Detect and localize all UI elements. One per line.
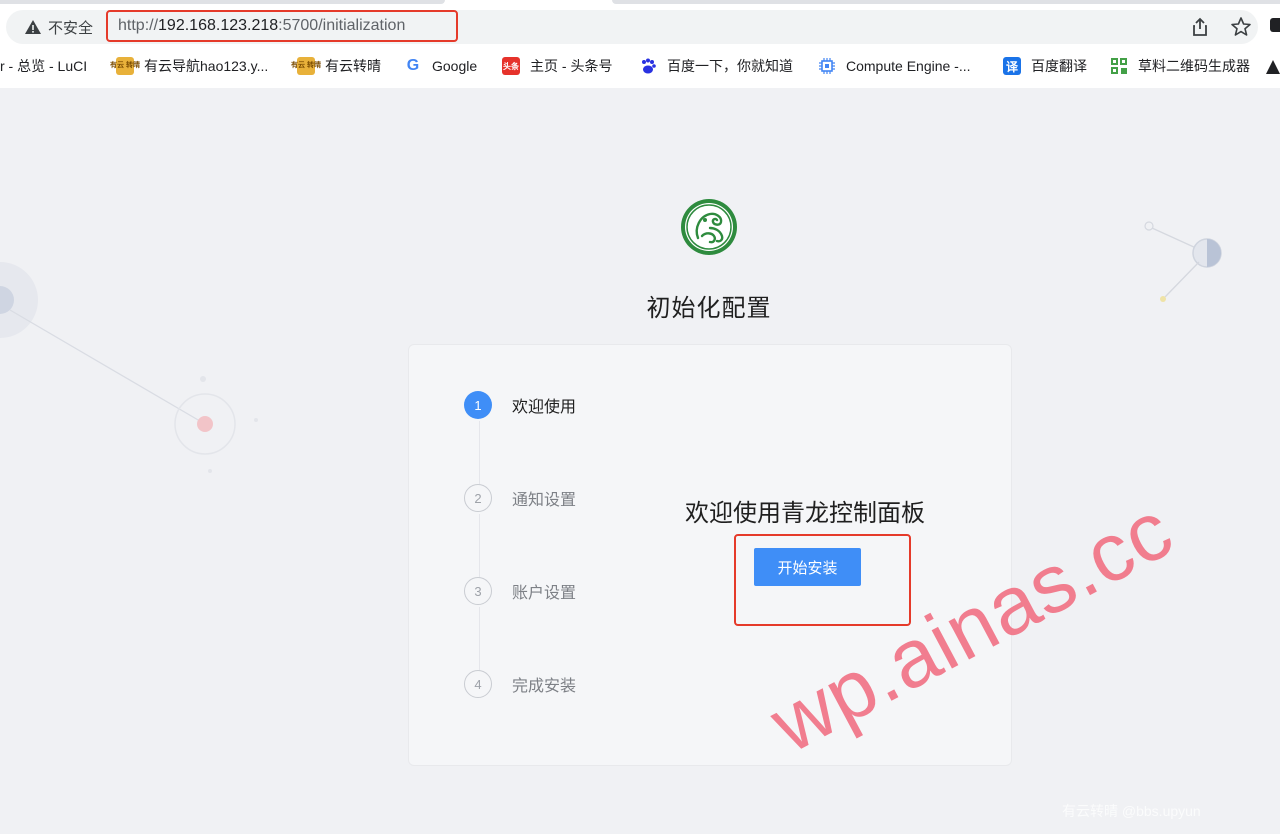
bookmark-baidu[interactable]: 百度一下，你就知道: [639, 54, 793, 78]
bookmark-label: Google: [432, 58, 478, 74]
warning-icon[interactable]: [24, 18, 42, 36]
step-number: 4: [464, 670, 492, 698]
welcome-heading: 欢迎使用青龙控制面板: [685, 499, 925, 527]
initialization-page: 初始化配置 1 欢迎使用 2 通知设置 3 账户设置 4 完成安装 欢迎使用青龙…: [0, 88, 1280, 834]
bookmark-label: r - 总览 - LuCI: [0, 58, 88, 74]
url-path: :5700/initialization: [278, 17, 406, 34]
qrcode-icon: [1111, 58, 1127, 74]
bookmark-qrcode[interactable]: 草料二维码生成器: [1110, 54, 1250, 78]
step-welcome: 1 欢迎使用: [464, 391, 576, 419]
baidu-icon: [642, 58, 656, 74]
step-connector: [479, 421, 480, 485]
bookmark-label: Compute Engine -...: [846, 58, 971, 74]
bookmark-luci[interactable]: r - 总览 - LuCI: [0, 54, 87, 78]
url-host: 192.168.123.218: [158, 17, 279, 34]
google-icon: G: [406, 57, 420, 74]
youyun-icon: 有云 转晴: [110, 57, 140, 75]
bookmark-toutiao[interactable]: 头条 主页 - 头条号: [502, 54, 612, 78]
step-label: 欢迎使用: [512, 397, 577, 416]
step-connector: [479, 514, 480, 578]
bookmark-label: 草料二维码生成器: [1138, 58, 1250, 74]
bookmark-label: 百度翻译: [1031, 58, 1087, 74]
step-number: 2: [464, 484, 492, 512]
bookmarks-overflow-icon[interactable]: [1266, 60, 1280, 74]
step-label: 账户设置: [512, 583, 577, 602]
bookmark-label: 百度一下，你就知道: [667, 58, 793, 74]
bookmark-baidu-translate[interactable]: 译 百度翻译: [1003, 54, 1087, 78]
bookmark-compute-engine[interactable]: Compute Engine -...: [818, 54, 971, 78]
step-account: 3 账户设置: [464, 577, 576, 605]
compute-engine-icon: [819, 58, 835, 74]
browser-chrome: 不安全 http://192.168.123.218:5700/initiali…: [0, 0, 1280, 89]
button-highlight-box: [734, 534, 911, 626]
bookmark-label: 主页 - 头条号: [530, 58, 613, 74]
address-bar[interactable]: 不安全 http://192.168.123.218:5700/initiali…: [6, 10, 1258, 44]
bookmark-youyun-nav[interactable]: 有云 转晴 有云导航hao123.y...: [110, 54, 269, 78]
bookmark-label: 有云导航hao123.y...: [144, 58, 269, 74]
extension-icon[interactable]: [1270, 18, 1280, 32]
step-label: 完成安装: [512, 676, 577, 695]
step-finish: 4 完成安装: [464, 670, 576, 698]
toutiao-icon: 头条: [502, 57, 520, 75]
step-number: 3: [464, 577, 492, 605]
security-label[interactable]: 不安全: [48, 17, 93, 38]
step-number: 1: [464, 391, 492, 419]
bookmark-google[interactable]: G Google: [404, 54, 477, 78]
watermark-small-text: 有云转晴 @bbs.upyun: [1062, 803, 1201, 819]
tab-strip-edge: [612, 0, 1280, 4]
share-icon[interactable]: [1190, 17, 1210, 37]
qinglong-logo: [681, 199, 737, 255]
youyun-icon: 有云 转晴: [291, 57, 321, 75]
url-text[interactable]: http://192.168.123.218:5700/initializati…: [118, 17, 405, 35]
url-scheme: http://: [118, 17, 159, 34]
bookmarks-bar: r - 总览 - LuCI 有云 转晴 有云导航hao123.y... 有云 转…: [0, 52, 1280, 80]
step-connector: [479, 607, 480, 671]
translate-icon: 译: [1003, 57, 1021, 75]
tab-strip-edge: [0, 0, 445, 4]
bookmark-label: 有云转晴: [325, 58, 381, 74]
step-label: 通知设置: [512, 490, 577, 509]
page-title: 初始化配置: [646, 294, 772, 322]
step-notification: 2 通知设置: [464, 484, 576, 512]
bookmark-star-icon[interactable]: [1230, 16, 1252, 38]
bookmark-youyun[interactable]: 有云 转晴 有云转晴: [291, 54, 381, 78]
